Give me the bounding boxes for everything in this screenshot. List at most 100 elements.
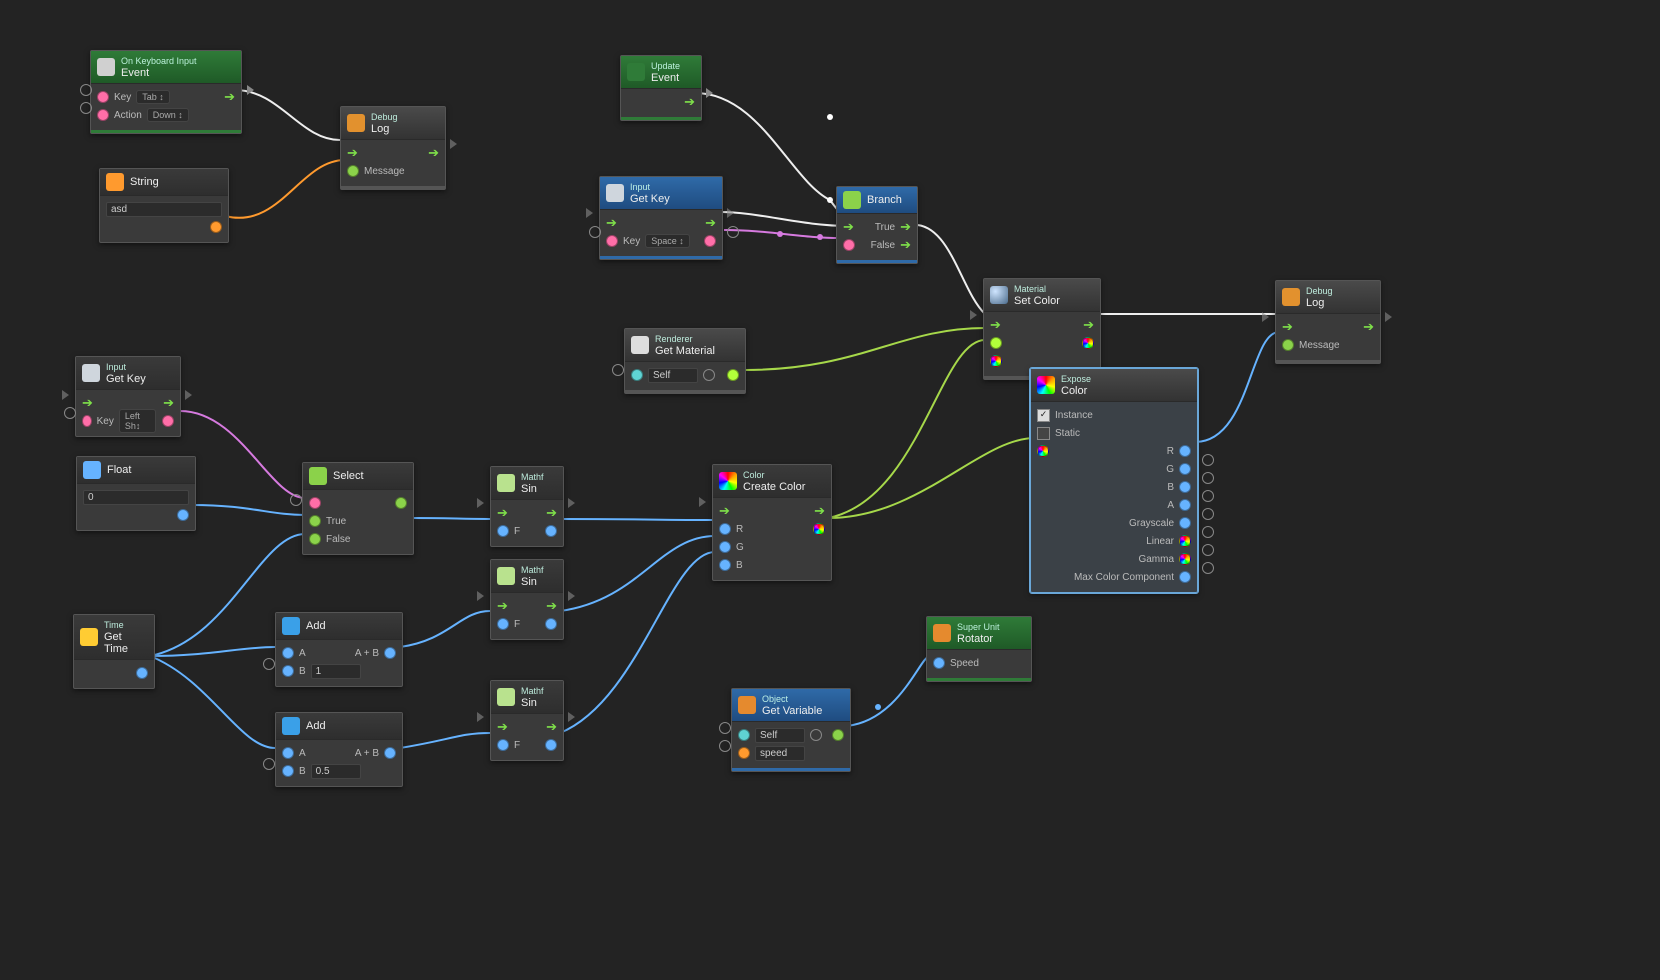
- ext-port[interactable]: [1202, 526, 1214, 538]
- flow-in[interactable]: ➔: [497, 508, 508, 518]
- flow-out[interactable]: ➔: [546, 601, 557, 611]
- flow-out[interactable]: ➔: [1363, 322, 1374, 332]
- node-get-key-leftshift[interactable]: Input Get Key ➔ ➔ Key Left Sh↕: [75, 356, 181, 437]
- action-dropdown[interactable]: Down ↕: [147, 108, 189, 122]
- port-key[interactable]: [97, 91, 109, 103]
- flow-out[interactable]: ➔: [814, 506, 825, 516]
- flow-in[interactable]: ➔: [606, 218, 617, 228]
- port-out[interactable]: [832, 729, 844, 741]
- ext-port[interactable]: [719, 740, 731, 752]
- port-message[interactable]: [347, 165, 359, 177]
- port-speed[interactable]: [933, 657, 945, 669]
- string-input[interactable]: asd: [106, 202, 222, 217]
- flow-false[interactable]: ➔: [900, 240, 911, 250]
- node-float[interactable]: Float 0: [76, 456, 196, 531]
- ext-port[interactable]: [719, 722, 731, 734]
- port-out[interactable]: [545, 525, 557, 537]
- node-sin-2[interactable]: Mathf Sin ➔ ➔ F: [490, 559, 564, 640]
- flow-in[interactable]: ➔: [1282, 322, 1293, 332]
- node-sin-3[interactable]: Mathf Sin ➔ ➔ F: [490, 680, 564, 761]
- ext-port[interactable]: [80, 102, 92, 114]
- port-message[interactable]: [1282, 339, 1294, 351]
- port-target[interactable]: [990, 337, 1002, 349]
- port-selector[interactable]: [309, 497, 321, 509]
- ext-port[interactable]: [1202, 472, 1214, 484]
- b-field[interactable]: 0.5: [311, 764, 361, 779]
- port-key[interactable]: [82, 415, 92, 427]
- node-get-time[interactable]: Time Get Time: [73, 614, 155, 689]
- port-true[interactable]: [309, 515, 321, 527]
- node-string[interactable]: String asd: [99, 168, 229, 243]
- ext-port[interactable]: [80, 84, 92, 96]
- port-r[interactable]: [1179, 445, 1191, 457]
- port-cond[interactable]: [843, 239, 855, 251]
- self-field[interactable]: Self: [755, 728, 805, 743]
- port-out[interactable]: [136, 667, 148, 679]
- ext-port[interactable]: [290, 494, 302, 506]
- port-g[interactable]: [719, 541, 731, 553]
- ext-port[interactable]: [612, 364, 624, 376]
- flow-out[interactable]: ➔: [428, 148, 439, 158]
- obj-picker[interactable]: [810, 729, 822, 741]
- port-max[interactable]: [1179, 571, 1191, 583]
- flow-true[interactable]: ➔: [900, 222, 911, 232]
- ext-port[interactable]: [727, 226, 739, 238]
- port-grayscale[interactable]: [1179, 517, 1191, 529]
- port-color-in[interactable]: [1037, 445, 1049, 457]
- ext-port[interactable]: [1202, 562, 1214, 574]
- port-a[interactable]: [282, 747, 294, 759]
- port-b[interactable]: [282, 665, 294, 677]
- port-f[interactable]: [497, 618, 509, 630]
- port-f[interactable]: [497, 525, 509, 537]
- port-out[interactable]: [545, 618, 557, 630]
- port-false[interactable]: [309, 533, 321, 545]
- port-material-out[interactable]: [727, 369, 739, 381]
- flow-in[interactable]: ➔: [347, 148, 358, 158]
- port-gamma[interactable]: [1179, 553, 1191, 565]
- port-a[interactable]: [1179, 499, 1191, 511]
- node-get-variable[interactable]: Object Get Variable Self speed: [731, 688, 851, 772]
- obj-picker[interactable]: [703, 369, 715, 381]
- port-out[interactable]: [210, 221, 222, 233]
- port-name[interactable]: [738, 747, 750, 759]
- self-field[interactable]: Self: [648, 368, 698, 383]
- ext-port[interactable]: [263, 758, 275, 770]
- key-dropdown[interactable]: Tab ↕: [136, 90, 170, 104]
- static-checkbox[interactable]: [1037, 427, 1050, 440]
- flow-in[interactable]: ➔: [990, 320, 1001, 330]
- node-update[interactable]: Update Event ➔: [620, 55, 702, 121]
- port-out[interactable]: [395, 497, 407, 509]
- flow-out[interactable]: ➔: [546, 722, 557, 732]
- port-color-out[interactable]: [813, 523, 825, 535]
- ext-port[interactable]: [1202, 544, 1214, 556]
- ext-port[interactable]: [1202, 508, 1214, 520]
- instance-checkbox[interactable]: ✓: [1037, 409, 1050, 422]
- flow-out[interactable]: ➔: [163, 398, 174, 408]
- flow-in[interactable]: ➔: [82, 398, 93, 408]
- port-g[interactable]: [1179, 463, 1191, 475]
- node-debug-log-1[interactable]: Debug Log ➔ ➔ Message: [340, 106, 446, 190]
- port-linear[interactable]: [1179, 535, 1191, 547]
- node-get-key-space[interactable]: Input Get Key ➔ ➔ Key Space ↕: [599, 176, 723, 260]
- port-color-out[interactable]: [1082, 337, 1094, 349]
- port-target[interactable]: [738, 729, 750, 741]
- flow-out[interactable]: ➔: [684, 97, 695, 107]
- port-f[interactable]: [497, 739, 509, 751]
- float-input[interactable]: 0: [83, 490, 189, 505]
- port-a[interactable]: [282, 647, 294, 659]
- port-bool-out[interactable]: [704, 235, 716, 247]
- ext-port[interactable]: [1202, 490, 1214, 502]
- flow-out[interactable]: ➔: [546, 508, 557, 518]
- b-field[interactable]: 1: [311, 664, 361, 679]
- port-color-in[interactable]: [990, 355, 1002, 367]
- port-r[interactable]: [719, 523, 731, 535]
- port-action[interactable]: [97, 109, 109, 121]
- node-create-color[interactable]: Color Create Color ➔ ➔ R G B: [712, 464, 832, 581]
- node-select[interactable]: Select True False: [302, 462, 414, 555]
- port-out[interactable]: [384, 647, 396, 659]
- port-bool-out[interactable]: [162, 415, 174, 427]
- node-expose-color[interactable]: Expose Color ✓ Instance Static R G B A G…: [1030, 368, 1198, 593]
- ext-port[interactable]: [64, 407, 76, 419]
- flow-out[interactable]: ➔: [224, 92, 235, 102]
- ext-port[interactable]: [263, 658, 275, 670]
